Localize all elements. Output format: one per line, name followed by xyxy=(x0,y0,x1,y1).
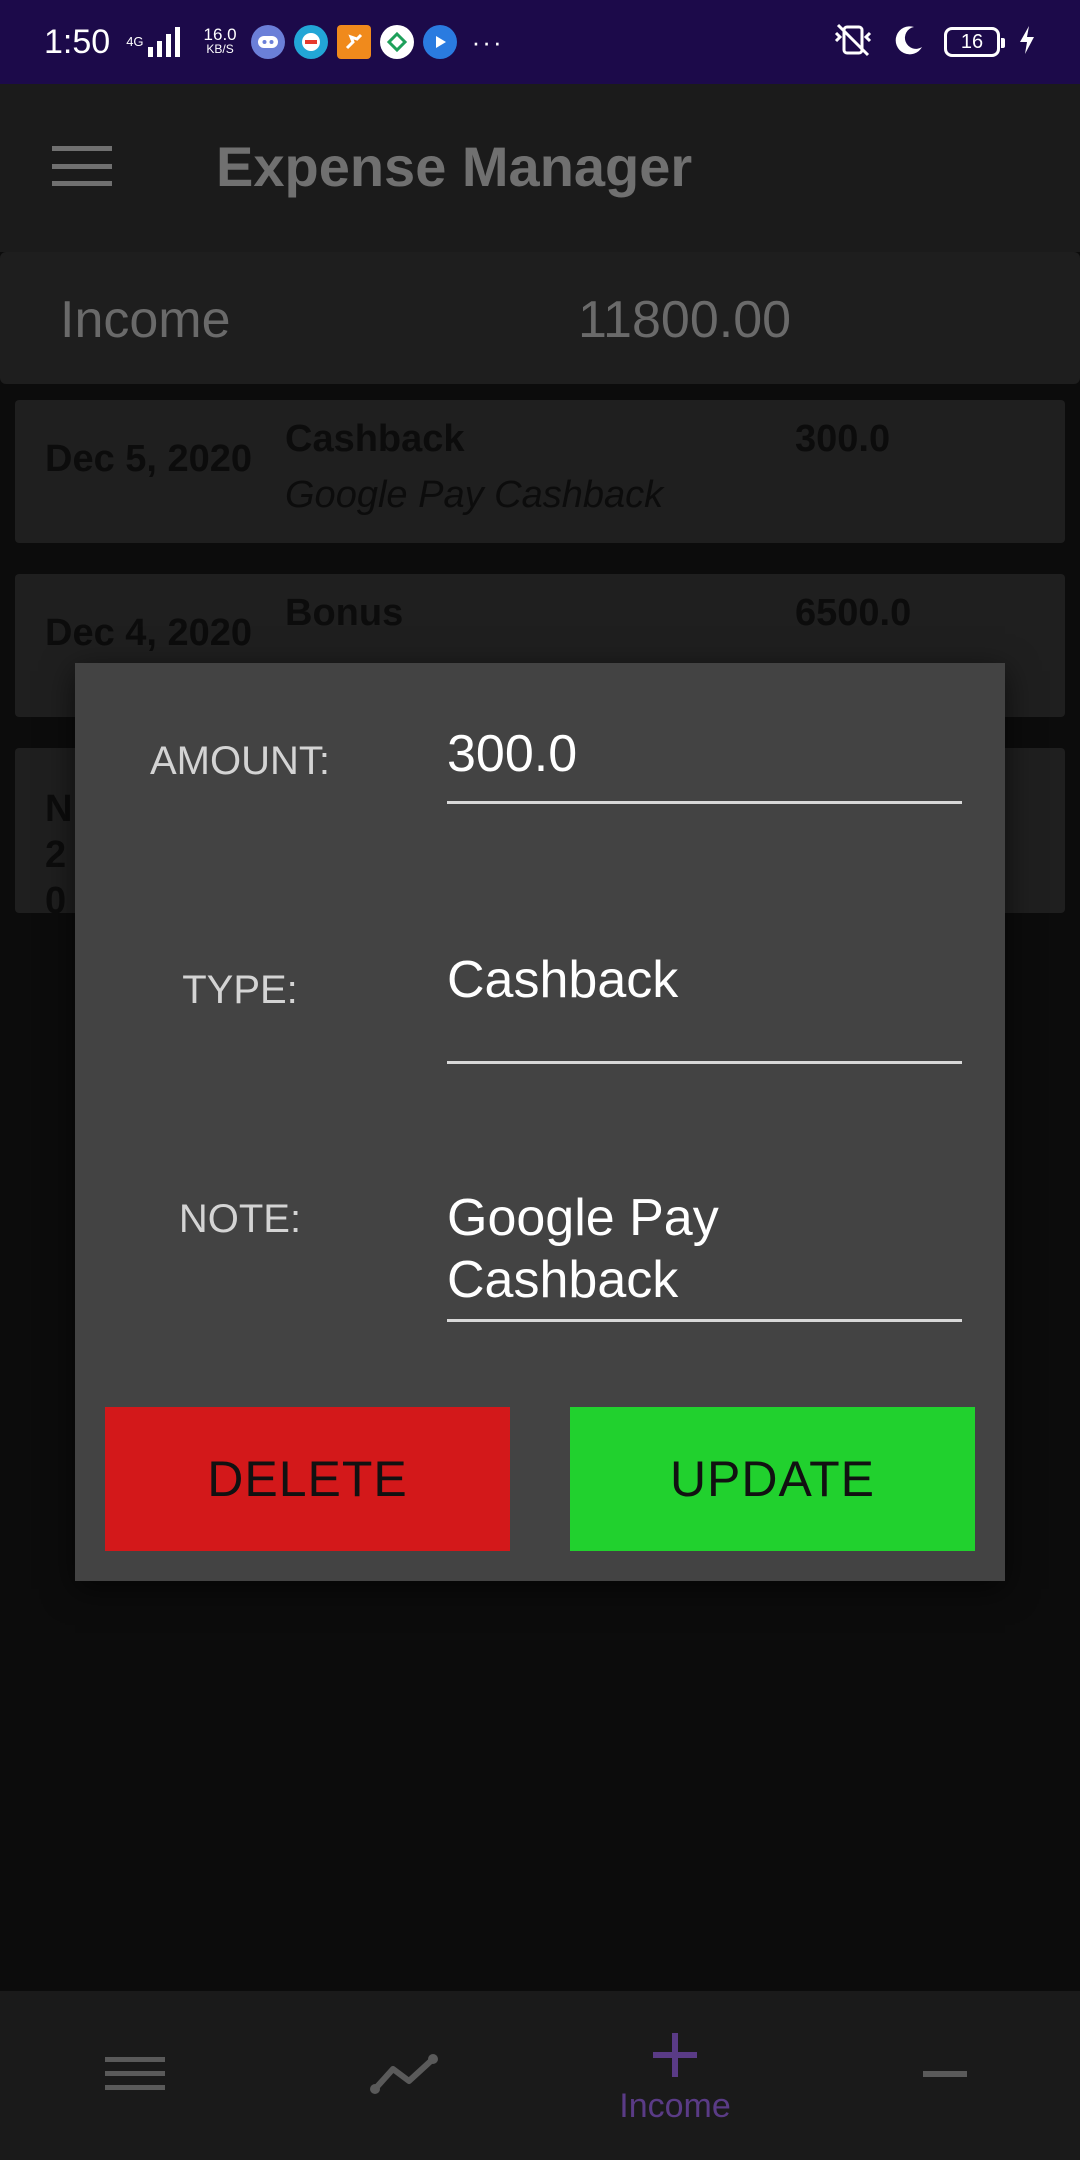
amount-underline xyxy=(447,801,962,804)
nav-expense[interactable] xyxy=(810,1991,1080,2160)
signal-icon xyxy=(147,27,180,57)
item-date: Dec 4, 2020 xyxy=(45,612,253,654)
delete-button[interactable]: DELETE xyxy=(105,1407,510,1551)
menu-icon xyxy=(103,2053,167,2098)
app-icon xyxy=(293,25,328,59)
item-type: Bonus xyxy=(285,592,404,634)
nav-menu[interactable] xyxy=(0,1991,270,2160)
plus-icon xyxy=(651,2025,699,2085)
update-button[interactable]: UPDATE xyxy=(570,1407,975,1551)
item-note: Google Pay Cashback xyxy=(285,474,664,516)
moon-icon xyxy=(892,23,926,62)
network-speed: 16.0 KB/S xyxy=(203,25,237,57)
list-item[interactable]: Dec 5, 2020 Cashback Google Pay Cashback… xyxy=(15,400,1065,543)
vibrate-off-icon xyxy=(832,23,874,62)
note-underline xyxy=(447,1319,962,1322)
nav-chart[interactable] xyxy=(270,1991,540,2160)
app-icon xyxy=(379,25,414,59)
item-date: Dec 5, 2020 xyxy=(45,438,253,480)
type-underline xyxy=(447,1061,962,1064)
item-amount: 6500.0 xyxy=(795,592,912,634)
summary-label: Income xyxy=(60,291,231,349)
note-label: NOTE: xyxy=(178,1197,302,1241)
nav-income[interactable]: Income xyxy=(540,1991,810,2160)
battery-icon: 16 xyxy=(944,27,1005,57)
chart-icon xyxy=(369,2051,441,2100)
screen: 1:50 4G 16.0 KB/S ··· 16 Expense Manager… xyxy=(0,0,1080,2160)
network-type: 4G xyxy=(126,34,144,49)
amount-input[interactable]: 300.0 xyxy=(447,723,962,785)
minus-icon xyxy=(921,2067,969,2085)
charging-icon xyxy=(1018,25,1036,60)
network-indicator: 4G xyxy=(126,27,193,57)
nav-income-label: Income xyxy=(619,2087,731,2125)
discord-icon xyxy=(250,25,285,59)
battery-level: 16 xyxy=(960,30,984,53)
menu-icon[interactable] xyxy=(52,146,112,186)
status-bar: 1:50 4G 16.0 KB/S ··· 16 xyxy=(0,0,1080,84)
runner-icon xyxy=(336,25,371,59)
status-right: 16 xyxy=(832,0,1036,84)
amount-label: AMOUNT: xyxy=(150,739,330,783)
speed-value: 16.0 xyxy=(203,25,237,44)
item-amount: 300.0 xyxy=(795,418,891,460)
speed-unit: KB/S xyxy=(206,42,234,56)
status-time: 1:50 xyxy=(44,22,111,61)
type-label: TYPE: xyxy=(182,968,298,1012)
app-bar: Expense Manager xyxy=(0,84,1080,252)
type-input[interactable]: Cashback xyxy=(447,949,962,1011)
item-type: Cashback xyxy=(285,418,465,460)
income-summary: Income 11800.00 xyxy=(0,252,1080,384)
note-input[interactable]: Google Pay Cashback xyxy=(447,1187,777,1311)
edit-income-dialog: AMOUNT: 300.0 TYPE: Cashback NOTE: Googl… xyxy=(75,663,1005,1581)
bottom-nav: Income xyxy=(0,1991,1080,2160)
play-icon xyxy=(422,25,457,59)
more-icon: ··· xyxy=(471,26,504,57)
app-title: Expense Manager xyxy=(216,135,693,198)
summary-total: 11800.00 xyxy=(578,291,792,349)
